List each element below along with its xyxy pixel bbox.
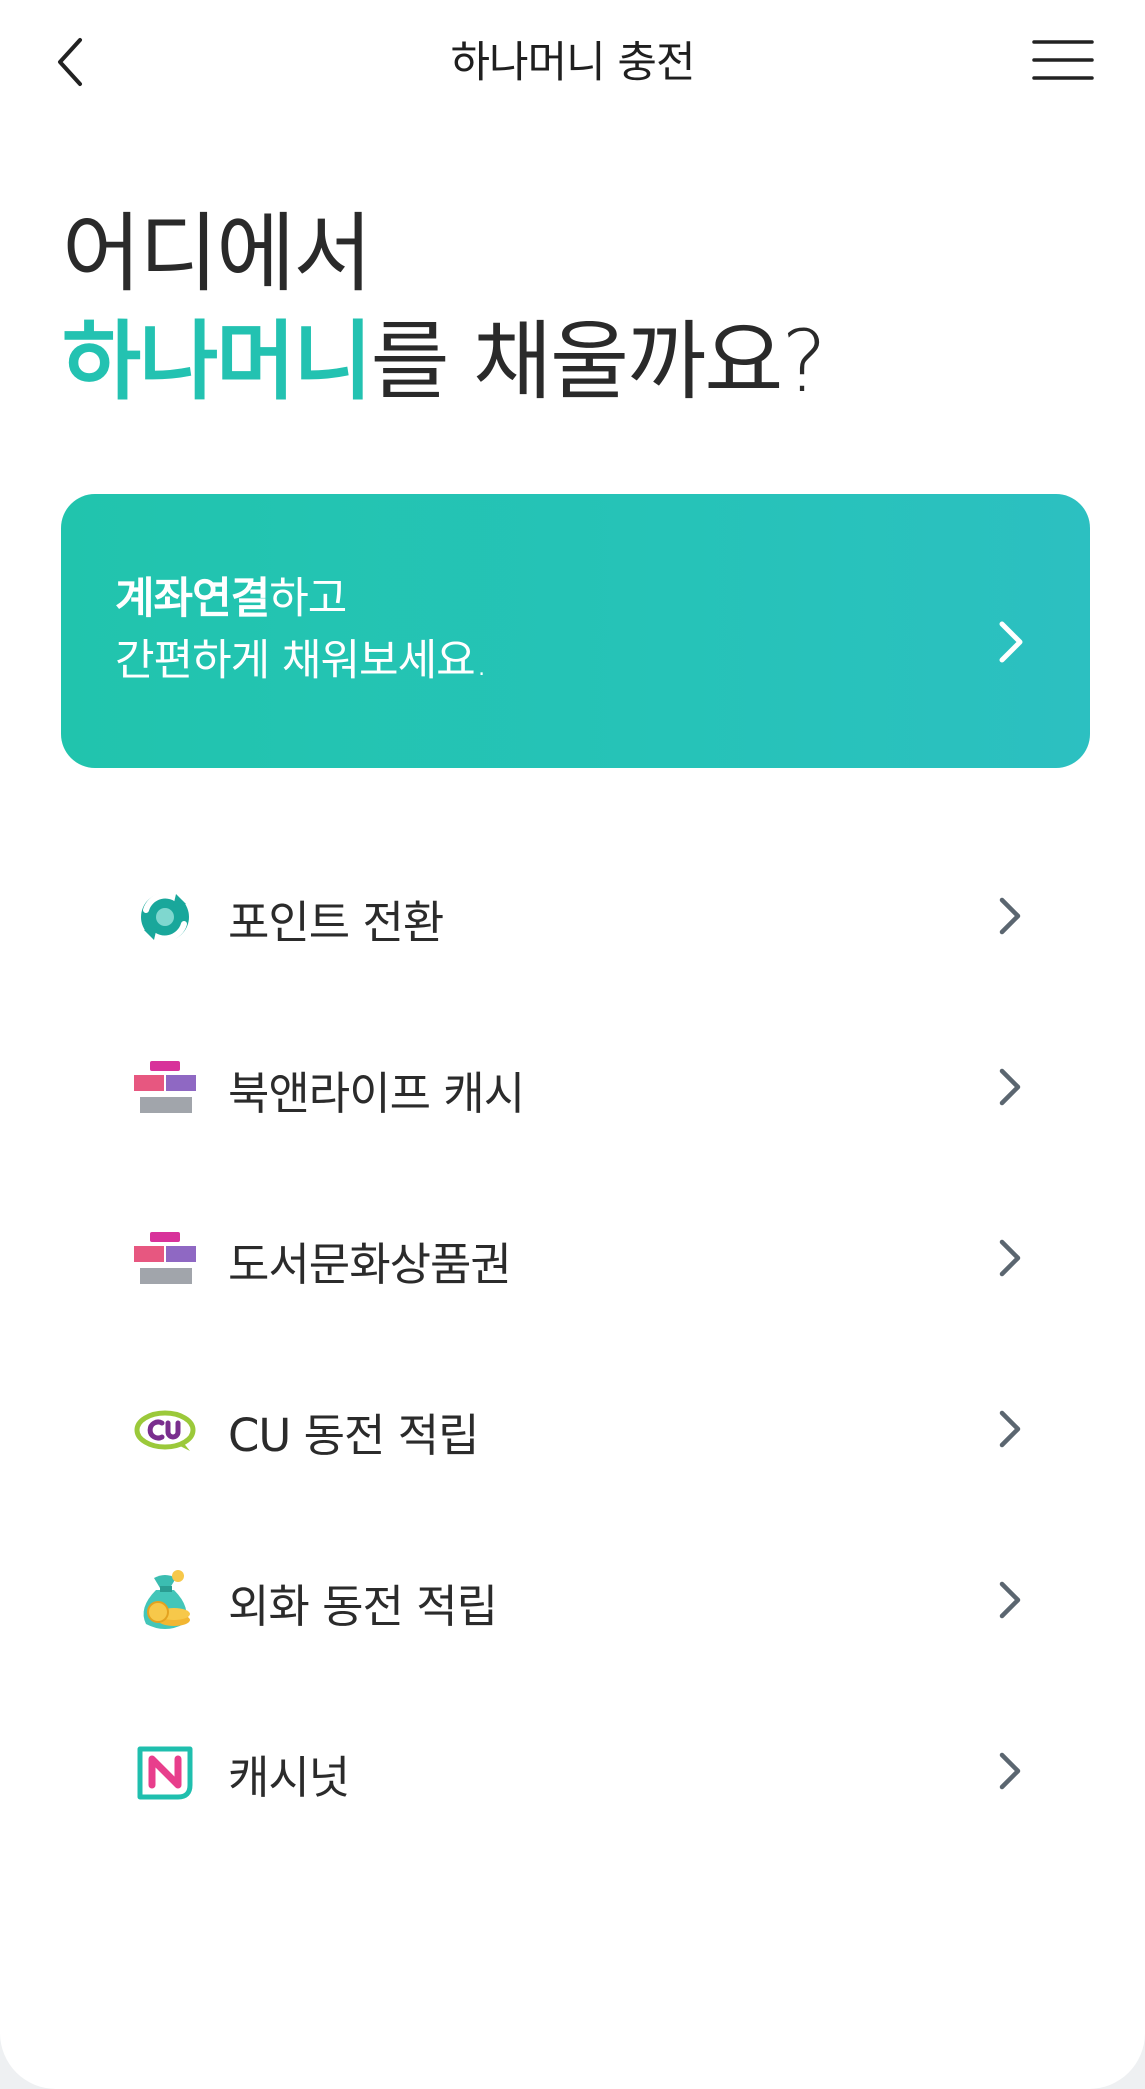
list-item-cashnut[interactable]: 캐시넛 [0,1685,1145,1856]
promo-light1: 하고 [269,574,347,624]
chevron-right-icon [999,897,1021,935]
list-item-point-exchange[interactable]: 포인트 전환 [0,830,1145,1001]
book-culture-gift-icon [134,1061,196,1113]
chevron-right-icon [999,1410,1021,1448]
item-label: 캐시넛 [228,1751,350,1804]
account-link-card[interactable]: 계좌연결하고 간편하게 채워보세요. [61,494,1090,768]
headline-line2: 하나머니를 채울까요? [62,308,827,416]
cashnut-logo-icon [137,1746,193,1800]
list-item-booknlife-cash[interactable]: 북앤라이프 캐시 [0,1001,1145,1172]
list-item-foreign-coin[interactable]: 외화 동전 적립 [0,1514,1145,1685]
point-exchange-icon [141,892,189,942]
list-item-cu-coin[interactable]: CU 동전 적립 [0,1343,1145,1514]
chevron-right-icon [999,1068,1021,1106]
chevron-right-icon [999,1752,1021,1790]
hamburger-menu-icon [1032,40,1094,80]
cu-logo-icon [134,1410,196,1451]
charge-method-list: 포인트 전환 북앤라이프 캐시 도서문화상품권 CU 동전 적립 외화 동전 적… [0,830,1145,1856]
book-culture-gift-icon [134,1232,196,1284]
headline-rest: 를 채울까요? [370,312,827,412]
promo-text: 계좌연결하고 간편하게 채워보세요. [115,568,488,692]
promo-light2: 간편하게 채워보세요. [115,636,488,686]
item-label: 외화 동전 적립 [228,1580,498,1633]
chevron-right-icon [999,1239,1021,1277]
list-item-book-culture-voucher[interactable]: 도서문화상품권 [0,1172,1145,1343]
chevron-right-icon [999,1581,1021,1619]
header: 하나머니 충전 [0,0,1145,120]
chevron-right-icon [999,621,1023,663]
promo-bold: 계좌연결 [115,574,270,624]
item-label: 포인트 전환 [228,896,444,949]
item-label: CU 동전 적립 [228,1409,480,1462]
coin-pouch-icon [143,1570,190,1629]
headline: 어디에서 하나머니를 채울까요? [62,200,827,416]
menu-button[interactable] [1030,36,1096,84]
headline-line1: 어디에서 [62,204,372,304]
page-title: 하나머니 충전 [450,38,695,88]
headline-accent: 하나머니 [62,312,372,412]
item-label: 도서문화상품권 [228,1238,512,1291]
item-label: 북앤라이프 캐시 [228,1067,525,1120]
screen: 하나머니 충전 어디에서 하나머니를 채울까요? 계좌연결하고 간편하게 채워보… [0,0,1145,2089]
